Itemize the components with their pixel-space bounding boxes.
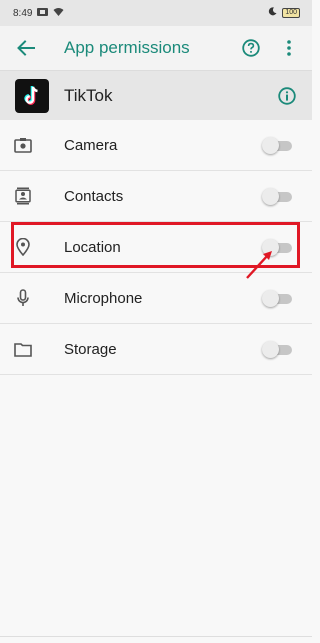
wifi-icon bbox=[53, 7, 64, 19]
app-info-button[interactable] bbox=[276, 85, 298, 107]
more-options-button[interactable] bbox=[278, 37, 300, 59]
permission-list: Camera Contacts Location Microphone Stor… bbox=[0, 120, 312, 375]
help-icon bbox=[242, 39, 260, 57]
back-button[interactable] bbox=[14, 36, 38, 60]
microphone-toggle[interactable] bbox=[262, 290, 292, 307]
contacts-icon bbox=[12, 185, 34, 207]
permission-label: Location bbox=[64, 238, 121, 256]
status-bar: 8:49 100 bbox=[0, 0, 312, 26]
permission-label: Storage bbox=[64, 340, 117, 358]
help-button[interactable] bbox=[240, 37, 262, 59]
folder-icon bbox=[12, 338, 34, 360]
arrow-back-icon bbox=[17, 40, 35, 56]
permission-label: Microphone bbox=[64, 289, 143, 307]
permission-label: Camera bbox=[64, 136, 118, 154]
app-header: TikTok bbox=[0, 70, 312, 120]
location-toggle[interactable] bbox=[262, 239, 292, 256]
app-name: TikTok bbox=[64, 85, 113, 105]
status-time: 8:49 bbox=[13, 7, 33, 19]
microphone-icon bbox=[12, 287, 34, 309]
permission-row-camera[interactable]: Camera bbox=[0, 120, 312, 171]
app-bar: App permissions bbox=[0, 26, 312, 70]
permission-row-microphone[interactable]: Microphone bbox=[0, 273, 312, 324]
permission-row-location[interactable]: Location bbox=[0, 222, 312, 273]
permission-row-contacts[interactable]: Contacts bbox=[0, 171, 312, 222]
location-icon bbox=[12, 236, 34, 258]
notification-icon bbox=[37, 7, 49, 19]
storage-toggle[interactable] bbox=[262, 341, 292, 358]
battery-icon: 100 bbox=[282, 8, 300, 18]
camera-toggle[interactable] bbox=[262, 137, 292, 154]
info-icon bbox=[278, 86, 296, 105]
permission-label: Contacts bbox=[64, 187, 124, 205]
camera-icon bbox=[12, 134, 34, 156]
bottom-divider bbox=[0, 636, 312, 637]
more-vert-icon bbox=[287, 40, 291, 56]
tiktok-logo-icon bbox=[15, 78, 49, 113]
permission-row-storage[interactable]: Storage bbox=[0, 324, 312, 375]
page-title: App permissions bbox=[64, 38, 190, 57]
moon-icon bbox=[268, 7, 277, 19]
contacts-toggle[interactable] bbox=[262, 188, 292, 205]
